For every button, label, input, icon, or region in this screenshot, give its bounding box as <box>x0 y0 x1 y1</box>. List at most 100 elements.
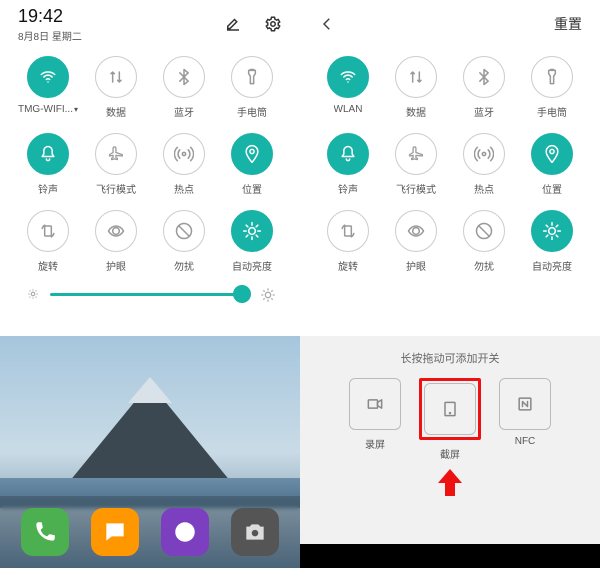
gear-icon[interactable] <box>264 15 282 33</box>
dock-app-camera[interactable] <box>231 508 279 556</box>
tile-wifi[interactable]: TMG-WIFI... <box>14 56 82 119</box>
tile-ring[interactable]: 铃声 <box>14 133 82 196</box>
tile-label: 位置 <box>242 181 262 196</box>
ring-icon[interactable] <box>27 133 69 175</box>
flashlight-icon[interactable] <box>531 56 573 98</box>
brightness-slider[interactable] <box>50 293 250 296</box>
dnd-icon[interactable] <box>463 210 505 252</box>
location-icon[interactable] <box>231 133 273 175</box>
brightness-low-icon <box>26 287 40 301</box>
tile-label: TMG-WIFI... <box>18 104 78 115</box>
highlight-arrow <box>300 469 600 483</box>
flashlight-icon[interactable] <box>231 56 273 98</box>
tile-hotspot[interactable]: 热点 <box>450 133 518 196</box>
tile-label: 铃声 <box>338 181 358 196</box>
tile-label: 录屏 <box>365 436 385 451</box>
quick-settings-pane-left: 19:42 8月8日 星期二 TMG-WIFI... 数据 蓝牙手电筒铃声 飞行模式热… <box>0 0 300 568</box>
tile-label: 数据 <box>106 104 126 119</box>
tile-wifi[interactable]: WLAN <box>314 56 382 119</box>
tile-label: 蓝牙 <box>474 104 494 119</box>
tile-flashlight[interactable]: 手电筒 <box>518 56 586 119</box>
clock-time: 19:42 <box>18 6 82 27</box>
eyecare-icon[interactable] <box>95 210 137 252</box>
airplane-icon[interactable] <box>395 133 437 175</box>
highlight-box <box>419 378 481 440</box>
tile-label: 截屏 <box>440 446 460 461</box>
tile-label: 自动亮度 <box>232 258 272 273</box>
screenshot-icon[interactable] <box>424 383 476 435</box>
dnd-icon[interactable] <box>163 210 205 252</box>
tile-rotate[interactable]: 旋转 <box>14 210 82 273</box>
autobright-icon[interactable] <box>531 210 573 252</box>
compose-icon[interactable] <box>224 15 242 33</box>
tile-bluetooth[interactable]: 蓝牙 <box>150 56 218 119</box>
homescreen-wallpaper <box>0 336 300 568</box>
tile-label: 飞行模式 <box>396 181 436 196</box>
tile-flashlight[interactable]: 手电筒 <box>218 56 286 119</box>
autobright-icon[interactable] <box>231 210 273 252</box>
tile-location[interactable]: 位置 <box>518 133 586 196</box>
tile-dnd[interactable]: 勿扰 <box>150 210 218 273</box>
brightness-slider-row <box>0 273 300 311</box>
hotspot-icon[interactable] <box>163 133 205 175</box>
tile-airplane[interactable]: 飞行模式 <box>382 133 450 196</box>
add-toggles-section: 长按拖动可添加开关 录屏截屏NFC <box>300 336 600 568</box>
eyecare-icon[interactable] <box>395 210 437 252</box>
tile-autobright[interactable]: 自动亮度 <box>218 210 286 273</box>
record-icon[interactable] <box>349 378 401 430</box>
dock-app-msg[interactable] <box>91 508 139 556</box>
tile-label: 铃声 <box>38 181 58 196</box>
edit-settings-grid: WLAN数据蓝牙 手电筒铃声 飞行模式 热点 位置旋转 护眼勿扰自动亮度 <box>300 48 600 273</box>
tile-label: NFC <box>515 436 536 447</box>
back-icon[interactable] <box>318 15 336 33</box>
tile-label: 自动亮度 <box>532 258 572 273</box>
tile-label: 手电筒 <box>237 104 267 119</box>
tile-hotspot[interactable]: 热点 <box>150 133 218 196</box>
brightness-high-icon <box>260 287 274 301</box>
status-actions <box>224 15 282 33</box>
dock-app-phone[interactable] <box>21 508 69 556</box>
brightness-thumb[interactable] <box>233 285 251 303</box>
tile-label: 旋转 <box>338 258 358 273</box>
tile-dnd[interactable]: 勿扰 <box>450 210 518 273</box>
tile-data[interactable]: 数据 <box>82 56 150 119</box>
tile-airplane[interactable]: 飞行模式 <box>82 133 150 196</box>
bluetooth-icon[interactable] <box>163 56 205 98</box>
data-icon[interactable] <box>95 56 137 98</box>
rotate-icon[interactable] <box>327 210 369 252</box>
edit-header: 重置 <box>300 0 600 48</box>
data-icon[interactable] <box>395 56 437 98</box>
add-tile-screenshot[interactable]: 截屏 <box>419 378 481 461</box>
nav-bar <box>300 544 600 568</box>
tile-label: 手电筒 <box>537 104 567 119</box>
homescreen-dock <box>0 496 300 568</box>
tile-label: 热点 <box>474 181 494 196</box>
wifi-icon[interactable] <box>327 56 369 98</box>
ring-icon[interactable] <box>327 133 369 175</box>
tile-location[interactable]: 位置 <box>218 133 286 196</box>
tile-bluetooth[interactable]: 蓝牙 <box>450 56 518 119</box>
status-bar: 19:42 8月8日 星期二 <box>0 0 300 48</box>
tile-autobright[interactable]: 自动亮度 <box>518 210 586 273</box>
tile-rotate[interactable]: 旋转 <box>314 210 382 273</box>
nfc-icon[interactable] <box>499 378 551 430</box>
tile-label: 位置 <box>542 181 562 196</box>
tile-label: 旋转 <box>38 258 58 273</box>
reset-button[interactable]: 重置 <box>554 14 582 34</box>
wifi-icon[interactable] <box>27 56 69 98</box>
tile-eyecare[interactable]: 护眼 <box>82 210 150 273</box>
add-tile-nfc[interactable]: NFC <box>499 378 551 461</box>
tile-data[interactable]: 数据 <box>382 56 450 119</box>
rotate-icon[interactable] <box>27 210 69 252</box>
airplane-icon[interactable] <box>95 133 137 175</box>
location-icon[interactable] <box>531 133 573 175</box>
hotspot-icon[interactable] <box>463 133 505 175</box>
clock-date: 8月8日 星期二 <box>18 28 82 43</box>
dock-app-browser[interactable] <box>161 508 209 556</box>
add-tile-record[interactable]: 录屏 <box>349 378 401 461</box>
bluetooth-icon[interactable] <box>463 56 505 98</box>
tile-ring[interactable]: 铃声 <box>314 133 382 196</box>
status-time-block: 19:42 8月8日 星期二 <box>18 6 82 43</box>
tile-label: 护眼 <box>106 258 126 273</box>
tile-eyecare[interactable]: 护眼 <box>382 210 450 273</box>
